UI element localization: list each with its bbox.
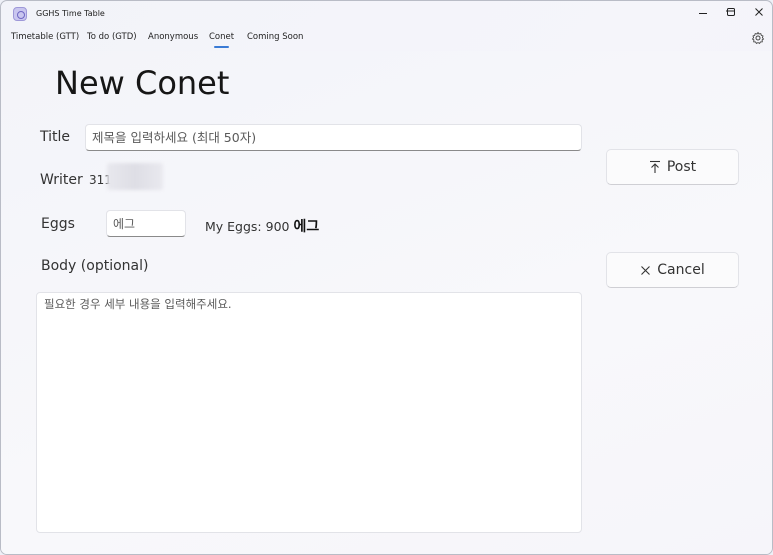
close-window-icon[interactable]: [753, 6, 765, 18]
tab-anonymous[interactable]: Anonymous: [148, 32, 198, 42]
title-label: Title: [40, 129, 71, 145]
tab-timetable[interactable]: Timetable (GTT): [11, 32, 79, 42]
app-logo-icon: [13, 7, 27, 21]
post-button[interactable]: Post: [606, 149, 739, 185]
my-eggs-text: My Eggs: 900: [205, 219, 290, 234]
upload-icon: [649, 160, 660, 173]
tab-conet[interactable]: Conet: [209, 32, 234, 48]
writer-name-redacted: [107, 163, 163, 190]
minimize-icon[interactable]: [697, 7, 709, 19]
my-eggs-unit: 에그: [293, 219, 320, 235]
body-textarea[interactable]: [36, 292, 582, 533]
close-icon: [641, 265, 651, 275]
tab-bar: Timetable (GTT) To do (GTD) Anonymous Co…: [1, 27, 772, 51]
my-eggs-balance: My Eggs: 900 에그: [205, 216, 319, 236]
body-label: Body (optional): [41, 258, 149, 274]
writer-label: Writer: [40, 172, 83, 188]
tab-coming-soon[interactable]: Coming Soon: [247, 32, 303, 42]
app-window: GGHS Time Table Timetable (GTT) To do (G…: [0, 0, 773, 555]
gear-icon[interactable]: [751, 31, 765, 45]
eggs-label: Eggs: [41, 216, 75, 232]
eggs-input[interactable]: [106, 210, 186, 237]
title-input[interactable]: [85, 124, 582, 151]
post-button-label: Post: [666, 159, 697, 175]
page-title: New Conet: [55, 64, 230, 102]
cancel-button[interactable]: Cancel: [606, 252, 739, 288]
maximize-icon[interactable]: [725, 6, 737, 18]
window-title: GGHS Time Table: [36, 9, 105, 18]
tab-todo[interactable]: To do (GTD): [87, 32, 137, 42]
cancel-button-label: Cancel: [657, 262, 705, 278]
title-bar: GGHS Time Table: [1, 1, 772, 27]
